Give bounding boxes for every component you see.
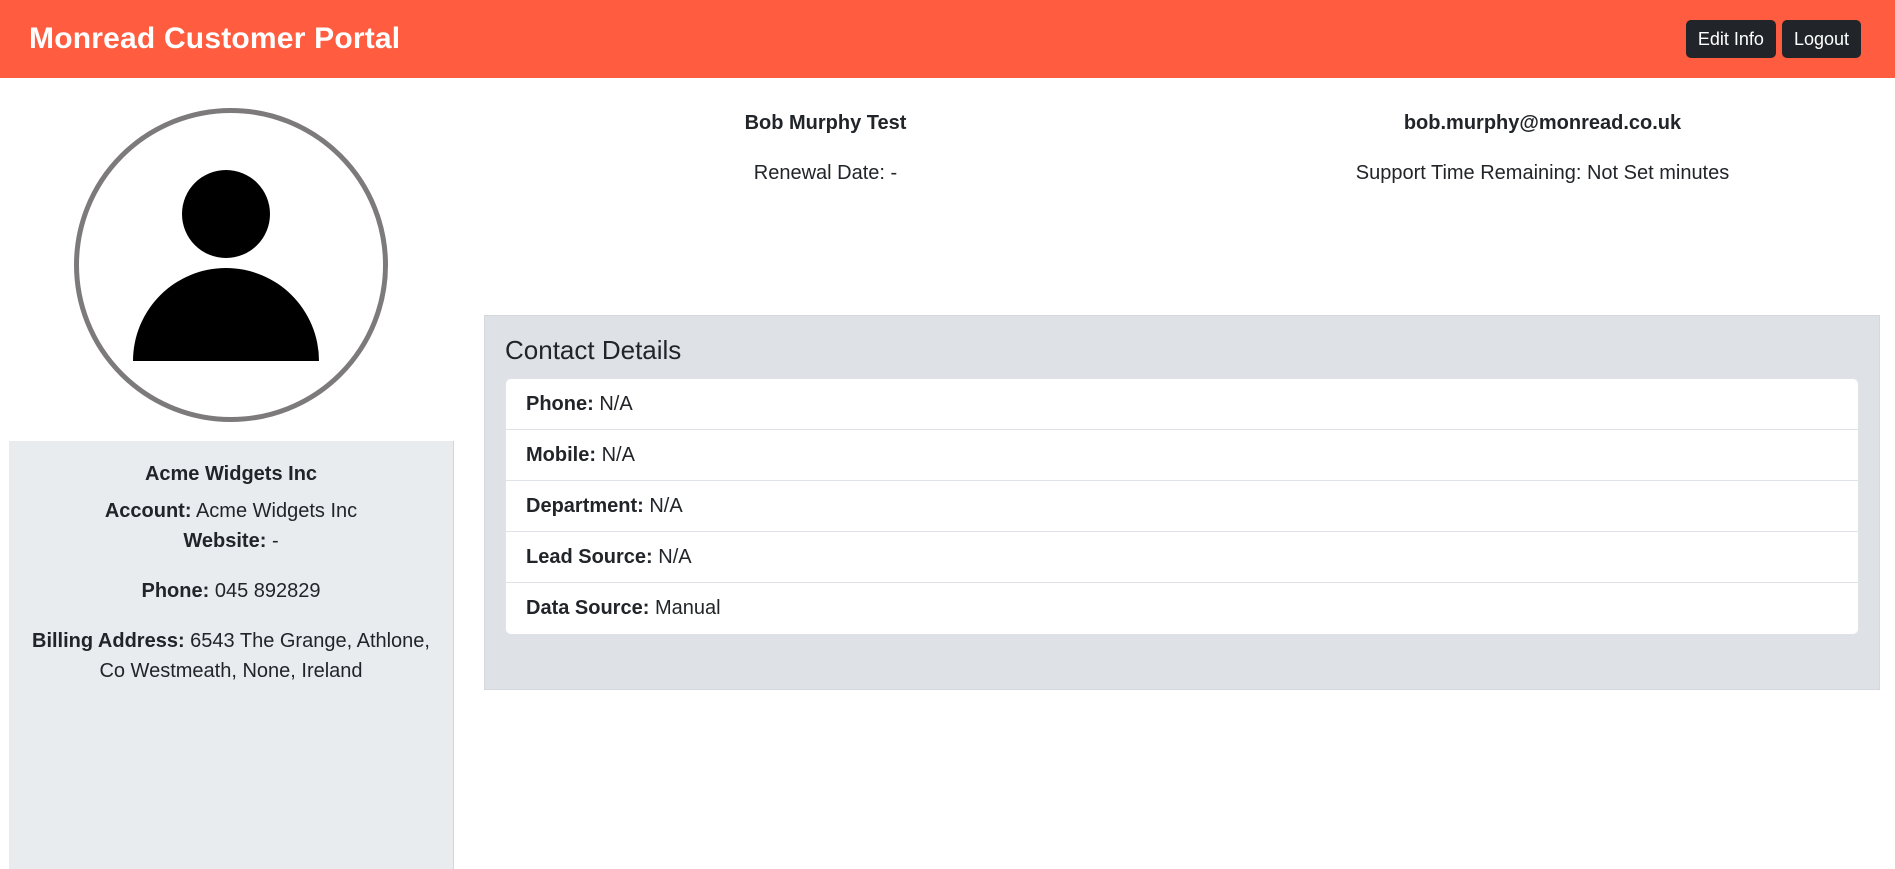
- account-phone-label: Phone:: [141, 580, 210, 602]
- account-row: Account: Acme Widgets Inc: [9, 496, 453, 526]
- nav-actions: Edit Info Logout: [1685, 20, 1861, 58]
- list-item: Phone: N/A: [506, 379, 1858, 430]
- account-panel: Acme Widgets Inc Account: Acme Widgets I…: [9, 441, 454, 869]
- contact-details-title: Contact Details: [505, 335, 682, 365]
- contact-lead-source-value: N/A: [658, 546, 692, 568]
- profile-left-column: Bob Murphy Test Renewal Date: -: [484, 108, 1167, 188]
- contact-details-panel: Contact Details Phone: N/A Mobile: N/A D…: [484, 315, 1880, 690]
- renewal-date: Renewal Date: -: [753, 162, 898, 184]
- list-item: Lead Source: N/A: [506, 532, 1858, 583]
- logout-button[interactable]: Logout: [1781, 20, 1861, 58]
- list-item: Department: N/A: [506, 481, 1858, 532]
- billing-address-label: Billing Address:: [32, 630, 185, 652]
- avatar: [74, 108, 388, 422]
- profile-email: bob.murphy@monread.co.uk: [1403, 112, 1682, 134]
- contact-department-value: N/A: [649, 495, 683, 517]
- contact-phone-label: Phone:: [526, 393, 594, 415]
- contact-mobile-label: Mobile:: [526, 444, 596, 466]
- profile-right-column: bob.murphy@monread.co.uk Support Time Re…: [1190, 108, 1895, 188]
- contact-mobile-value: N/A: [601, 444, 635, 466]
- account-name: Acme Widgets Inc: [144, 463, 318, 485]
- contact-department-label: Department:: [526, 495, 644, 517]
- support-time-remaining: Support Time Remaining: Not Set minutes: [1355, 162, 1730, 184]
- account-value: Acme Widgets Inc: [195, 500, 358, 522]
- contact-details-list: Phone: N/A Mobile: N/A Department: N/A L…: [505, 378, 1859, 635]
- list-item: Mobile: N/A: [506, 430, 1858, 481]
- contact-data-source-value: Manual: [654, 597, 721, 619]
- contact-lead-source-label: Lead Source:: [526, 546, 653, 568]
- website-value: -: [271, 530, 279, 552]
- account-phone-value: 045 892829: [214, 580, 321, 602]
- website-row: Website: -: [9, 526, 453, 556]
- website-label: Website:: [183, 530, 267, 552]
- account-phone-row: Phone: 045 892829: [9, 576, 453, 606]
- contact-data-source-label: Data Source:: [526, 597, 650, 619]
- contact-phone-value: N/A: [599, 393, 633, 415]
- list-item: Data Source: Manual: [506, 583, 1858, 634]
- user-silhouette-icon: [133, 170, 319, 361]
- account-label: Account:: [104, 500, 192, 522]
- top-navbar: Monread Customer Portal Edit Info Logout: [0, 0, 1895, 78]
- billing-address-row: Billing Address: 6543 The Grange, Athlon…: [9, 626, 453, 686]
- profile-name: Bob Murphy Test: [744, 112, 907, 134]
- profile-header: Bob Murphy Test Renewal Date: - bob.murp…: [484, 108, 1895, 198]
- app-title[interactable]: Monread Customer Portal: [29, 22, 400, 56]
- edit-info-button[interactable]: Edit Info: [1685, 20, 1776, 58]
